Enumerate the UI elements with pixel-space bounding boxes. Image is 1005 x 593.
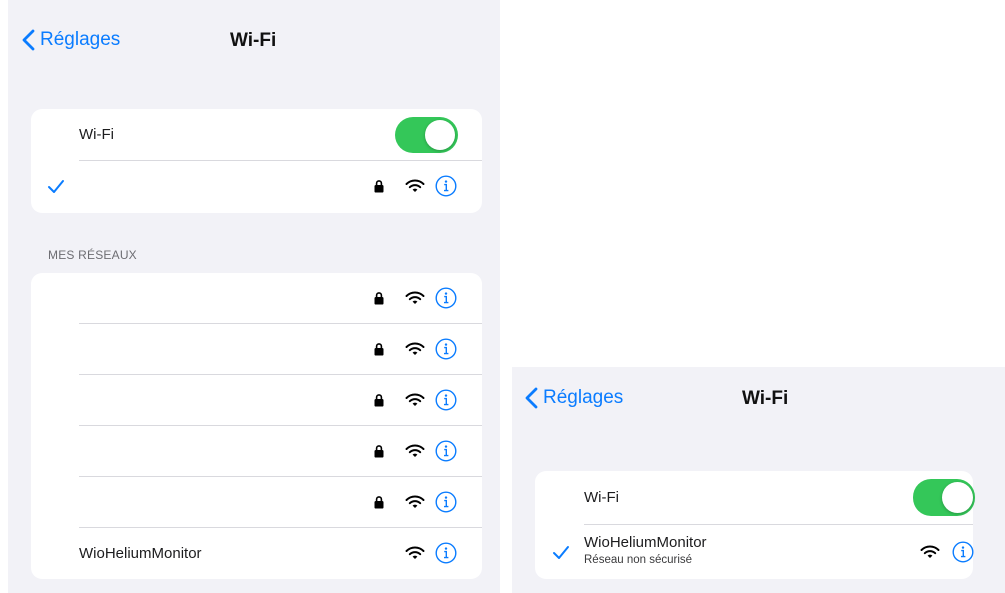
wifi-card: Wi-Fi — [31, 109, 482, 213]
wifi-toggle-label: Wi-Fi — [584, 489, 619, 506]
wifi-icon — [405, 342, 425, 355]
wifi-icon — [405, 291, 425, 304]
toggle-knob — [942, 482, 973, 513]
wifi-card: Wi-Fi WioHeliumMonitor Réseau non sécuri… — [535, 471, 975, 579]
network-name: WioHeliumMonitor — [584, 534, 707, 551]
network-status-icons — [374, 440, 457, 462]
lock-icon — [374, 292, 384, 305]
info-icon[interactable] — [435, 440, 457, 462]
network-status-icons — [374, 338, 457, 360]
back-button[interactable]: Réglages — [22, 29, 120, 51]
network-security-subtitle: Réseau non sécurisé — [584, 554, 693, 566]
network-status-icons — [374, 491, 457, 513]
wifi-icon — [405, 546, 425, 559]
list-item[interactable]: WioHeliumMonitor — [31, 528, 482, 579]
back-label: Réglages — [40, 29, 121, 50]
list-item[interactable] — [31, 426, 482, 476]
wifi-toggle-row: Wi-Fi — [31, 109, 482, 160]
info-icon[interactable] — [435, 389, 457, 411]
section-header-my-networks: MES RÉSEAUX — [48, 248, 137, 262]
info-icon[interactable] — [435, 287, 457, 309]
lock-icon — [374, 180, 384, 193]
checkmark-icon — [553, 546, 569, 559]
page-title: Wi-Fi — [230, 30, 277, 51]
wifi-icon — [405, 393, 425, 406]
network-status-icons — [374, 175, 457, 197]
info-icon[interactable] — [435, 542, 457, 564]
network-status-icons — [374, 287, 457, 309]
list-item[interactable] — [31, 273, 482, 323]
lock-icon — [374, 496, 384, 509]
chevron-left-icon — [525, 387, 538, 409]
wifi-toggle-row: Wi-Fi — [535, 471, 975, 524]
checkmark-icon — [48, 180, 64, 193]
wifi-icon — [920, 545, 940, 558]
connected-network-row[interactable]: WioHeliumMonitor Réseau non sécurisé — [535, 525, 974, 579]
wifi-toggle-switch[interactable] — [913, 479, 975, 516]
info-icon[interactable] — [435, 491, 457, 513]
toggle-knob — [425, 120, 455, 150]
lock-icon — [374, 394, 384, 407]
wifi-icon — [405, 179, 425, 192]
network-status-icons — [374, 389, 457, 411]
page-title: Wi-Fi — [742, 388, 789, 409]
my-networks-list: WioHeliumMonitor — [31, 273, 482, 579]
wifi-toggle-label: Wi-Fi — [79, 126, 114, 143]
list-item[interactable] — [31, 324, 482, 374]
info-icon[interactable] — [435, 338, 457, 360]
list-item[interactable] — [31, 375, 482, 425]
lock-icon — [374, 445, 384, 458]
network-status-icons — [920, 541, 974, 563]
chevron-left-icon — [22, 29, 35, 51]
info-icon[interactable] — [435, 175, 457, 197]
back-button[interactable]: Réglages — [525, 387, 623, 409]
wifi-settings-screen-a: Réglages Wi-Fi Wi-Fi MES RÉSEAUX WioHeli… — [8, 0, 500, 593]
lock-icon — [374, 343, 384, 356]
wifi-icon — [405, 444, 425, 457]
back-label: Réglages — [543, 387, 624, 408]
wifi-toggle-switch[interactable] — [395, 117, 458, 153]
wifi-settings-screen-b: Réglages Wi-Fi Wi-Fi WioHeliumMonitor Ré… — [512, 367, 1005, 593]
network-status-icons — [405, 542, 457, 564]
wifi-icon — [405, 495, 425, 508]
connected-network-row[interactable] — [31, 161, 482, 213]
network-name: WioHeliumMonitor — [79, 545, 202, 562]
list-item[interactable] — [31, 477, 482, 527]
info-icon[interactable] — [952, 541, 974, 563]
